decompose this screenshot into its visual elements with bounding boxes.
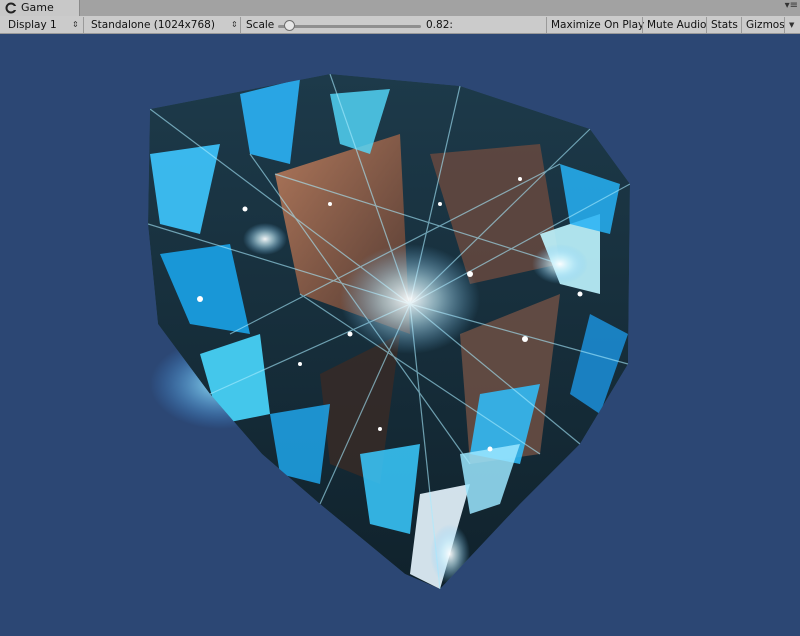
tab-game-label: Game: [21, 1, 54, 14]
toolbar-divider: [642, 17, 643, 33]
stats-toggle[interactable]: Stats: [711, 17, 738, 33]
toolbar-divider: [741, 17, 742, 33]
display-dropdown-arrows-icon: ⇕: [72, 20, 79, 29]
window-tab-bar: Game ▾≡: [0, 0, 800, 17]
scale-slider-thumb[interactable]: [283, 20, 295, 31]
rendered-diamond-scene: [148, 74, 630, 589]
resolution-dropdown[interactable]: Standalone (1024x768): [91, 17, 215, 33]
toolbar-divider: [240, 17, 241, 33]
resolution-dropdown-label: Standalone (1024x768): [91, 19, 215, 31]
scale-slider-track[interactable]: [278, 25, 421, 28]
toolbar-divider: [706, 17, 707, 33]
mute-audio-toggle[interactable]: Mute Audio: [647, 17, 706, 33]
toolbar-divider: [784, 17, 785, 33]
toolbar-divider: [83, 17, 84, 33]
game-controller-icon: [5, 2, 17, 14]
diamond: [148, 74, 630, 589]
game-viewport[interactable]: [0, 34, 800, 636]
gizmos-dropdown-arrow-icon: ▼: [789, 21, 795, 29]
scale-label: Scale: [246, 19, 275, 31]
scale-value: 0.82:: [426, 19, 453, 31]
display-dropdown-label: Display 1: [8, 19, 57, 31]
gizmos-dropdown[interactable]: Gizmos: [746, 17, 785, 33]
display-dropdown[interactable]: Display 1: [8, 17, 57, 33]
maximize-on-play-toggle[interactable]: Maximize On Play: [551, 17, 644, 33]
panel-menu-icon[interactable]: ▾≡: [785, 0, 798, 12]
tab-game[interactable]: Game: [0, 0, 80, 16]
resolution-dropdown-arrows-icon: ⇕: [231, 20, 238, 29]
toolbar-divider: [546, 17, 547, 33]
